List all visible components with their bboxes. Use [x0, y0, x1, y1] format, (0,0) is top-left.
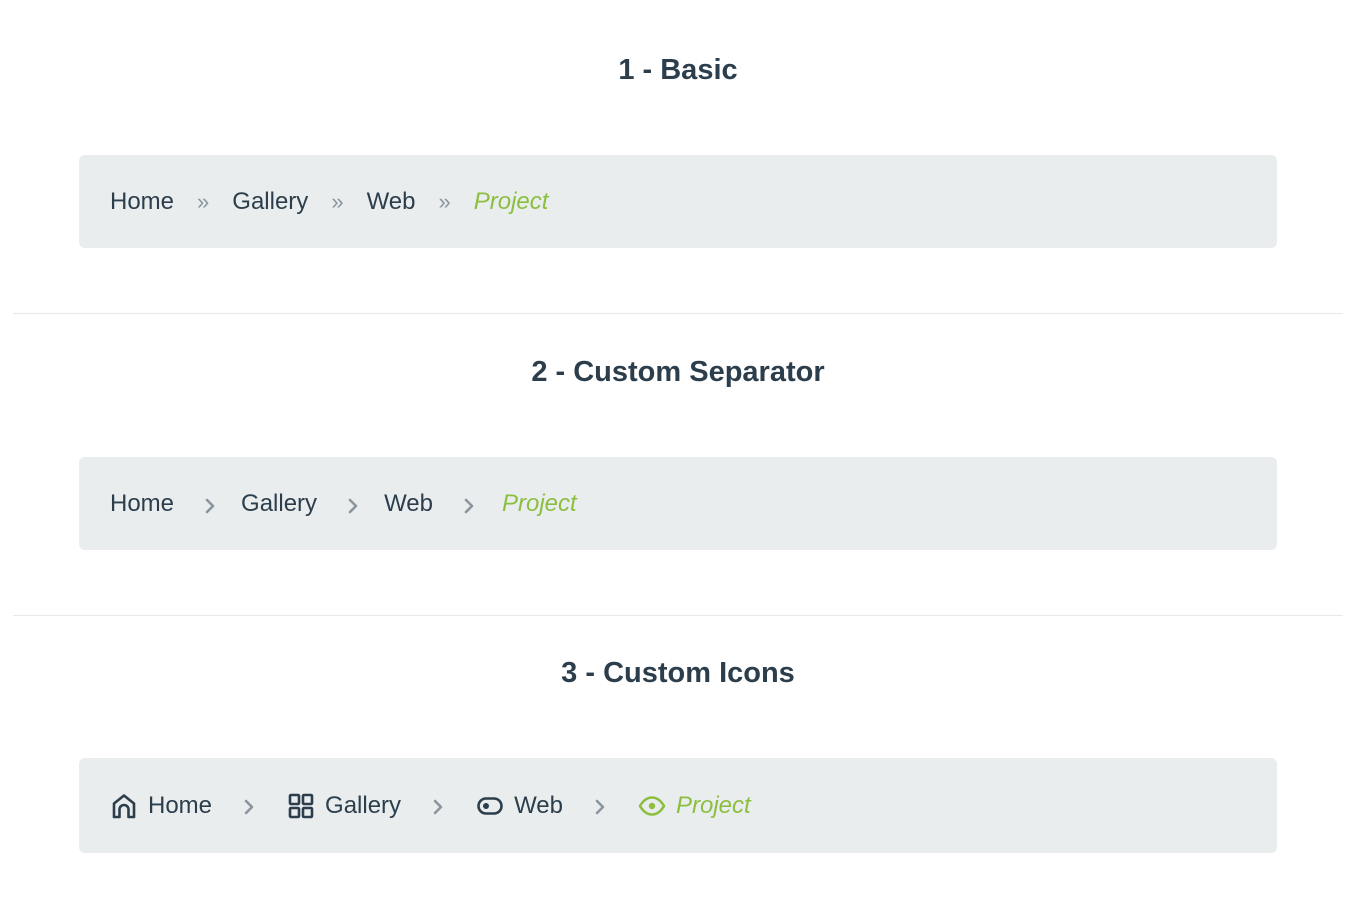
eye-icon — [638, 792, 666, 820]
home-icon — [110, 792, 138, 820]
section-title-custom-separator: 2 - Custom Separator — [531, 356, 825, 388]
section-title-basic: 1 - Basic — [618, 54, 738, 86]
breadcrumb-item-label: Project — [675, 791, 751, 819]
section-title-custom-icons: 3 - Custom Icons — [561, 657, 795, 689]
breadcrumb-item-home[interactable]: Home — [110, 792, 212, 820]
breadcrumb-item-project-current: Project — [473, 187, 549, 215]
breadcrumb-item-web[interactable]: Web — [367, 188, 416, 216]
chevron-right-icon — [594, 799, 606, 815]
chevron-right-icon — [204, 498, 216, 514]
breadcrumb-item-gallery[interactable]: Gallery — [287, 792, 401, 820]
breadcrumb-item-project-current: Project — [638, 792, 751, 820]
breadcrumb-item-label: Gallery — [325, 791, 402, 819]
section-custom-separator: 2 - Custom Separator Home Gallery Web Pr… — [0, 313, 1356, 616]
breadcrumb-item-gallery[interactable]: Gallery — [241, 490, 317, 518]
breadcrumb-item-project-current: Project — [501, 489, 577, 517]
breadcrumb-item-web[interactable]: Web — [476, 792, 563, 820]
breadcrumb-separator: » — [331, 188, 344, 214]
breadcrumb-item-home[interactable]: Home — [110, 188, 174, 216]
breadcrumb-item-web[interactable]: Web — [384, 490, 433, 518]
section-custom-icons: 3 - Custom Icons Home Gallery Web Projec… — [0, 615, 1356, 900]
grid-icon — [287, 792, 315, 820]
breadcrumb-custom-separator: Home Gallery Web Project — [79, 457, 1277, 550]
breadcrumb-item-home[interactable]: Home — [110, 490, 174, 518]
chevron-right-icon — [432, 799, 444, 815]
breadcrumb-separator: » — [438, 188, 451, 214]
breadcrumb-basic: Home » Gallery » Web » Project — [79, 155, 1277, 248]
breadcrumb-item-gallery[interactable]: Gallery — [232, 188, 308, 216]
breadcrumb-separator: » — [197, 188, 210, 214]
chevron-right-icon — [463, 498, 475, 514]
breadcrumb-custom-icons: Home Gallery Web Project — [79, 758, 1277, 853]
breadcrumb-item-label: Home — [148, 791, 213, 819]
breadcrumb-item-label: Web — [514, 791, 563, 819]
chevron-right-icon — [243, 799, 255, 815]
chevron-right-icon — [347, 498, 359, 514]
toggle-icon — [476, 792, 504, 820]
section-basic: 1 - Basic Home » Gallery » Web » Project — [0, 0, 1356, 314]
